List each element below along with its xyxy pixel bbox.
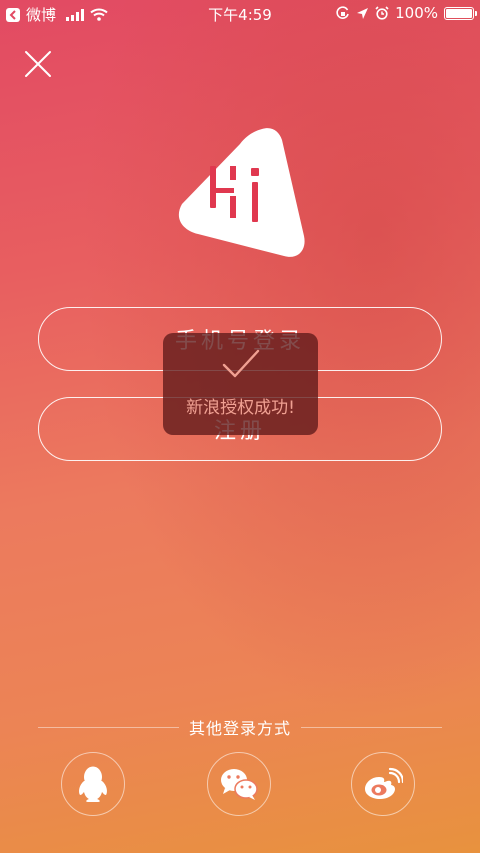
rotation-lock-icon <box>336 6 349 19</box>
status-bar: 微博 下午4:59 100% <box>0 0 480 28</box>
close-icon <box>25 51 51 77</box>
qq-login-button[interactable] <box>61 752 125 816</box>
toast-message: 新浪授权成功! <box>186 398 295 418</box>
location-icon <box>357 7 369 19</box>
battery-percent: 100% <box>395 4 438 22</box>
divider-line-right <box>301 726 443 728</box>
other-login-title: 其他登录方式 <box>189 719 292 738</box>
weibo-login-button[interactable] <box>351 752 415 816</box>
auth-success-toast: 新浪授权成功! <box>163 333 318 435</box>
divider-line-left <box>38 726 179 728</box>
status-right: 100% <box>336 4 477 22</box>
weibo-icon <box>365 767 403 799</box>
alarm-icon <box>375 6 389 20</box>
battery-icon <box>444 6 477 20</box>
qq-icon <box>79 766 107 802</box>
other-login-divider: 其他登录方式 <box>38 716 443 738</box>
checkmark-icon <box>222 349 259 378</box>
close-button[interactable] <box>22 48 54 80</box>
wechat-login-button[interactable] <box>207 752 271 816</box>
app-logo <box>172 126 308 260</box>
wechat-icon <box>221 769 258 800</box>
